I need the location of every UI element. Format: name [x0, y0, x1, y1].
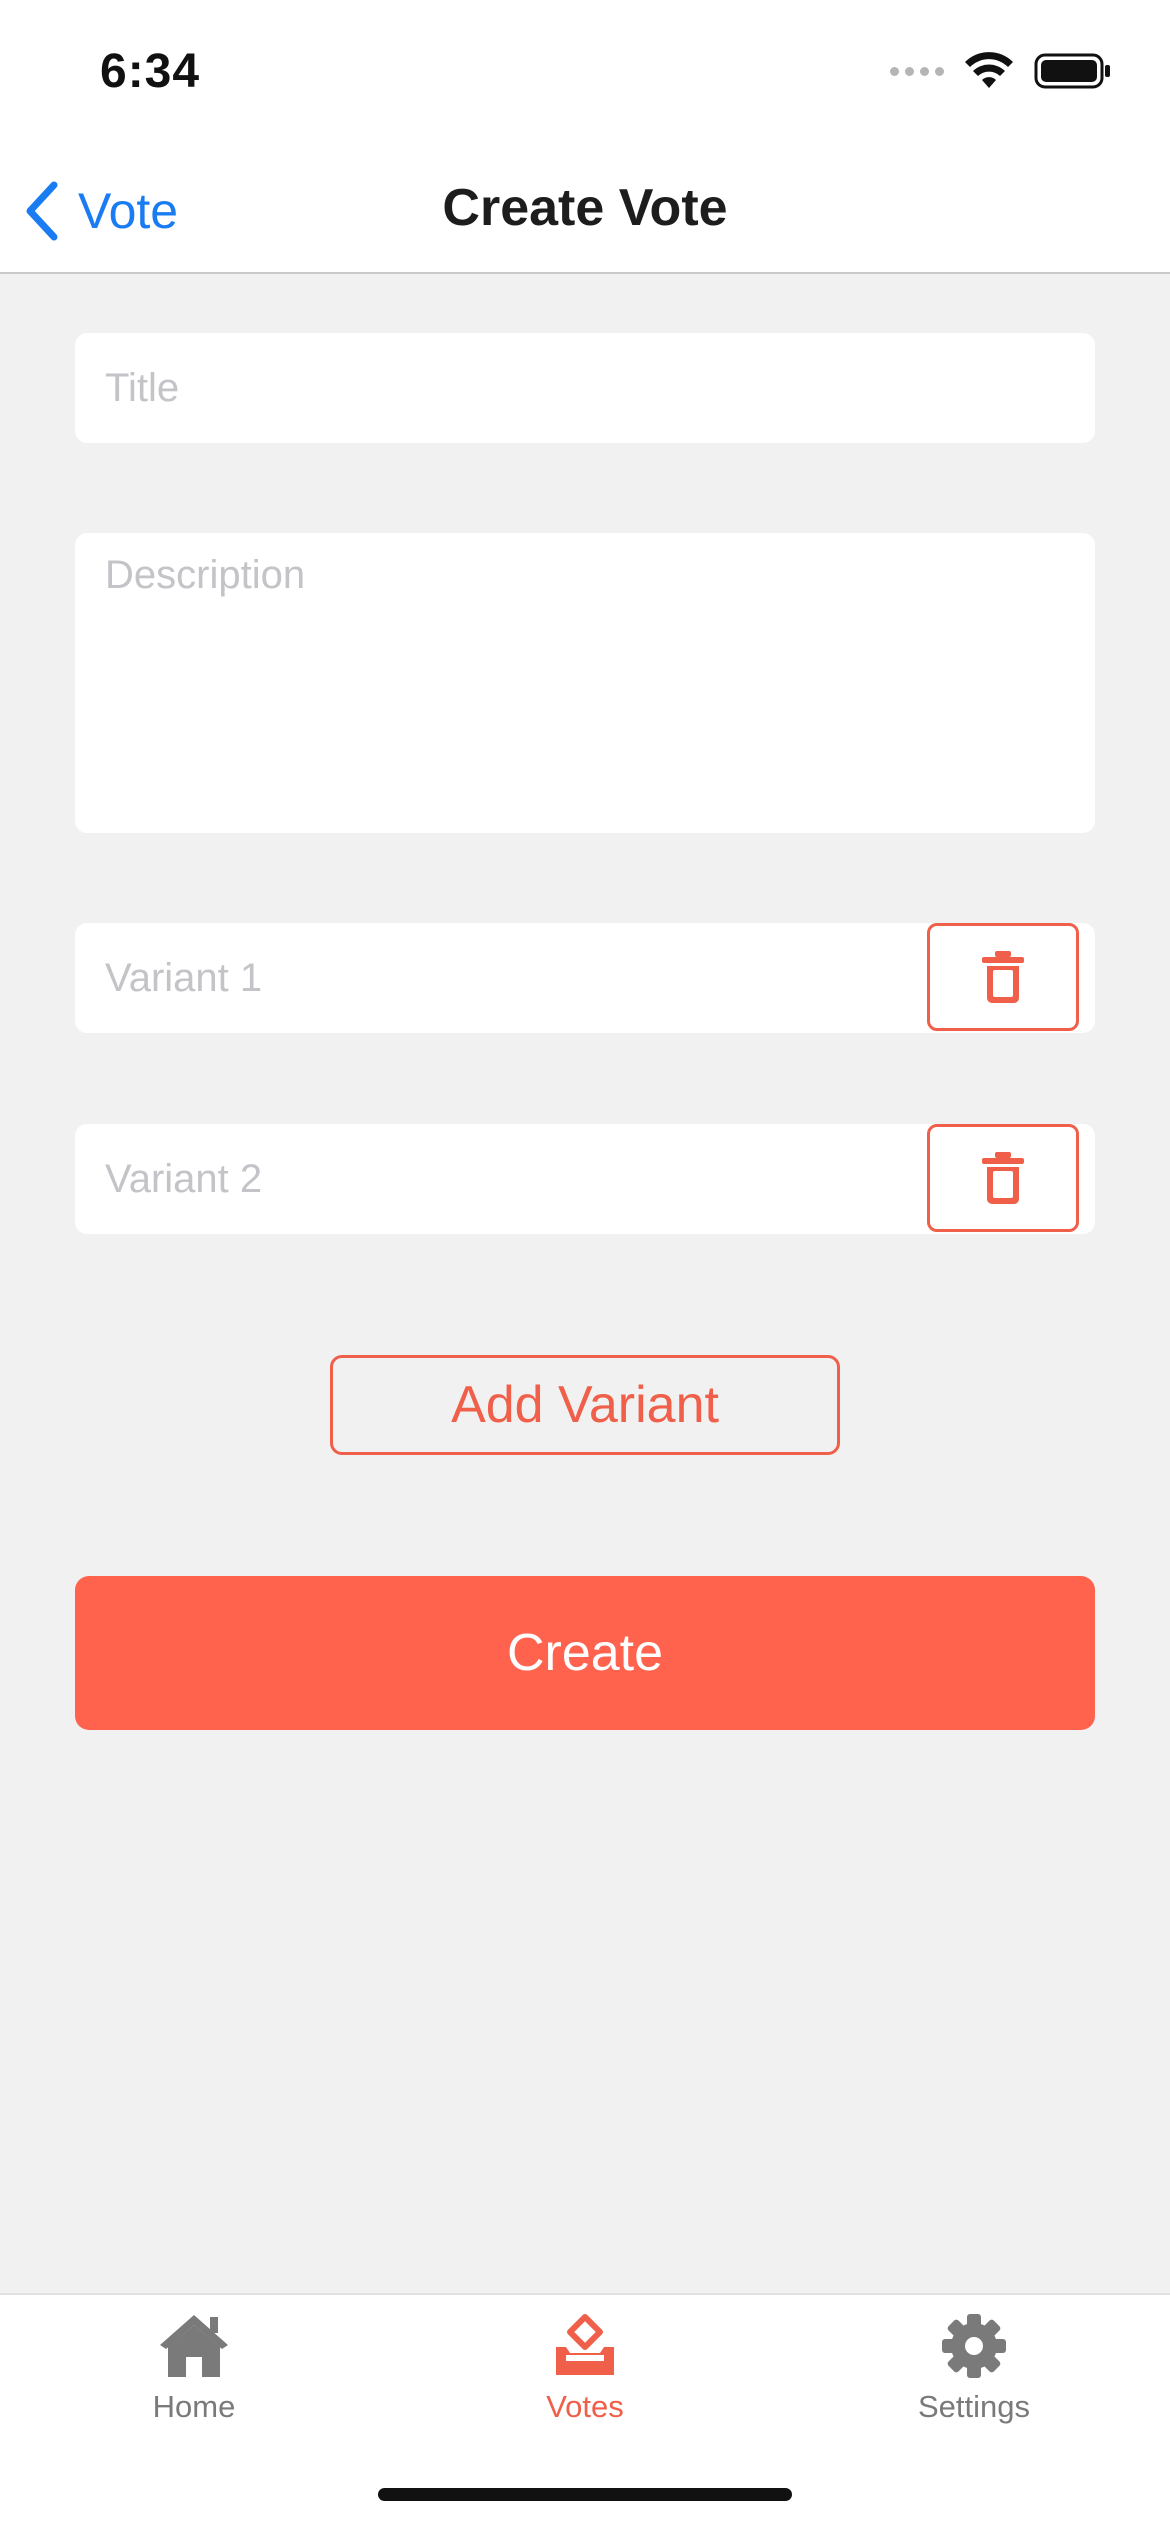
home-indicator	[378, 2488, 792, 2501]
tab-settings-label: Settings	[917, 2389, 1030, 2424]
cellular-signal-icon	[890, 66, 944, 76]
wifi-icon	[965, 52, 1013, 88]
create-vote-screen: 6:34 Vote Create Vote Title Description …	[0, 0, 1170, 2532]
navigation-bar: Vote Create Vote	[0, 150, 1170, 274]
status-bar: 6:34	[0, 0, 1170, 150]
tab-votes[interactable]: Votes	[455, 2313, 715, 2425]
house-icon	[160, 2315, 228, 2377]
page-title: Create Vote	[442, 179, 728, 237]
battery-icon	[1034, 53, 1110, 89]
tab-votes-label: Votes	[546, 2389, 624, 2424]
delete-variant-1-button[interactable]	[927, 923, 1079, 1031]
description-input[interactable]	[75, 533, 1095, 833]
trash-icon	[982, 1152, 1024, 1204]
tab-home[interactable]: Home	[64, 2313, 324, 2425]
variant-row-1	[75, 923, 1095, 1033]
tab-settings[interactable]: Settings	[844, 2313, 1104, 2425]
delete-variant-2-button[interactable]	[927, 1124, 1079, 1232]
create-button[interactable]: Create	[75, 1576, 1095, 1730]
status-icons	[890, 52, 1112, 90]
trash-icon	[982, 951, 1024, 1003]
ballot-box-icon	[556, 2314, 614, 2375]
gear-icon	[942, 2314, 1006, 2378]
tab-home-label: Home	[152, 2389, 236, 2424]
status-time: 6:34	[100, 45, 201, 98]
add-variant-button[interactable]: Add Variant	[330, 1355, 840, 1455]
title-input[interactable]	[75, 333, 1095, 443]
variant-row-2	[75, 1124, 1095, 1234]
